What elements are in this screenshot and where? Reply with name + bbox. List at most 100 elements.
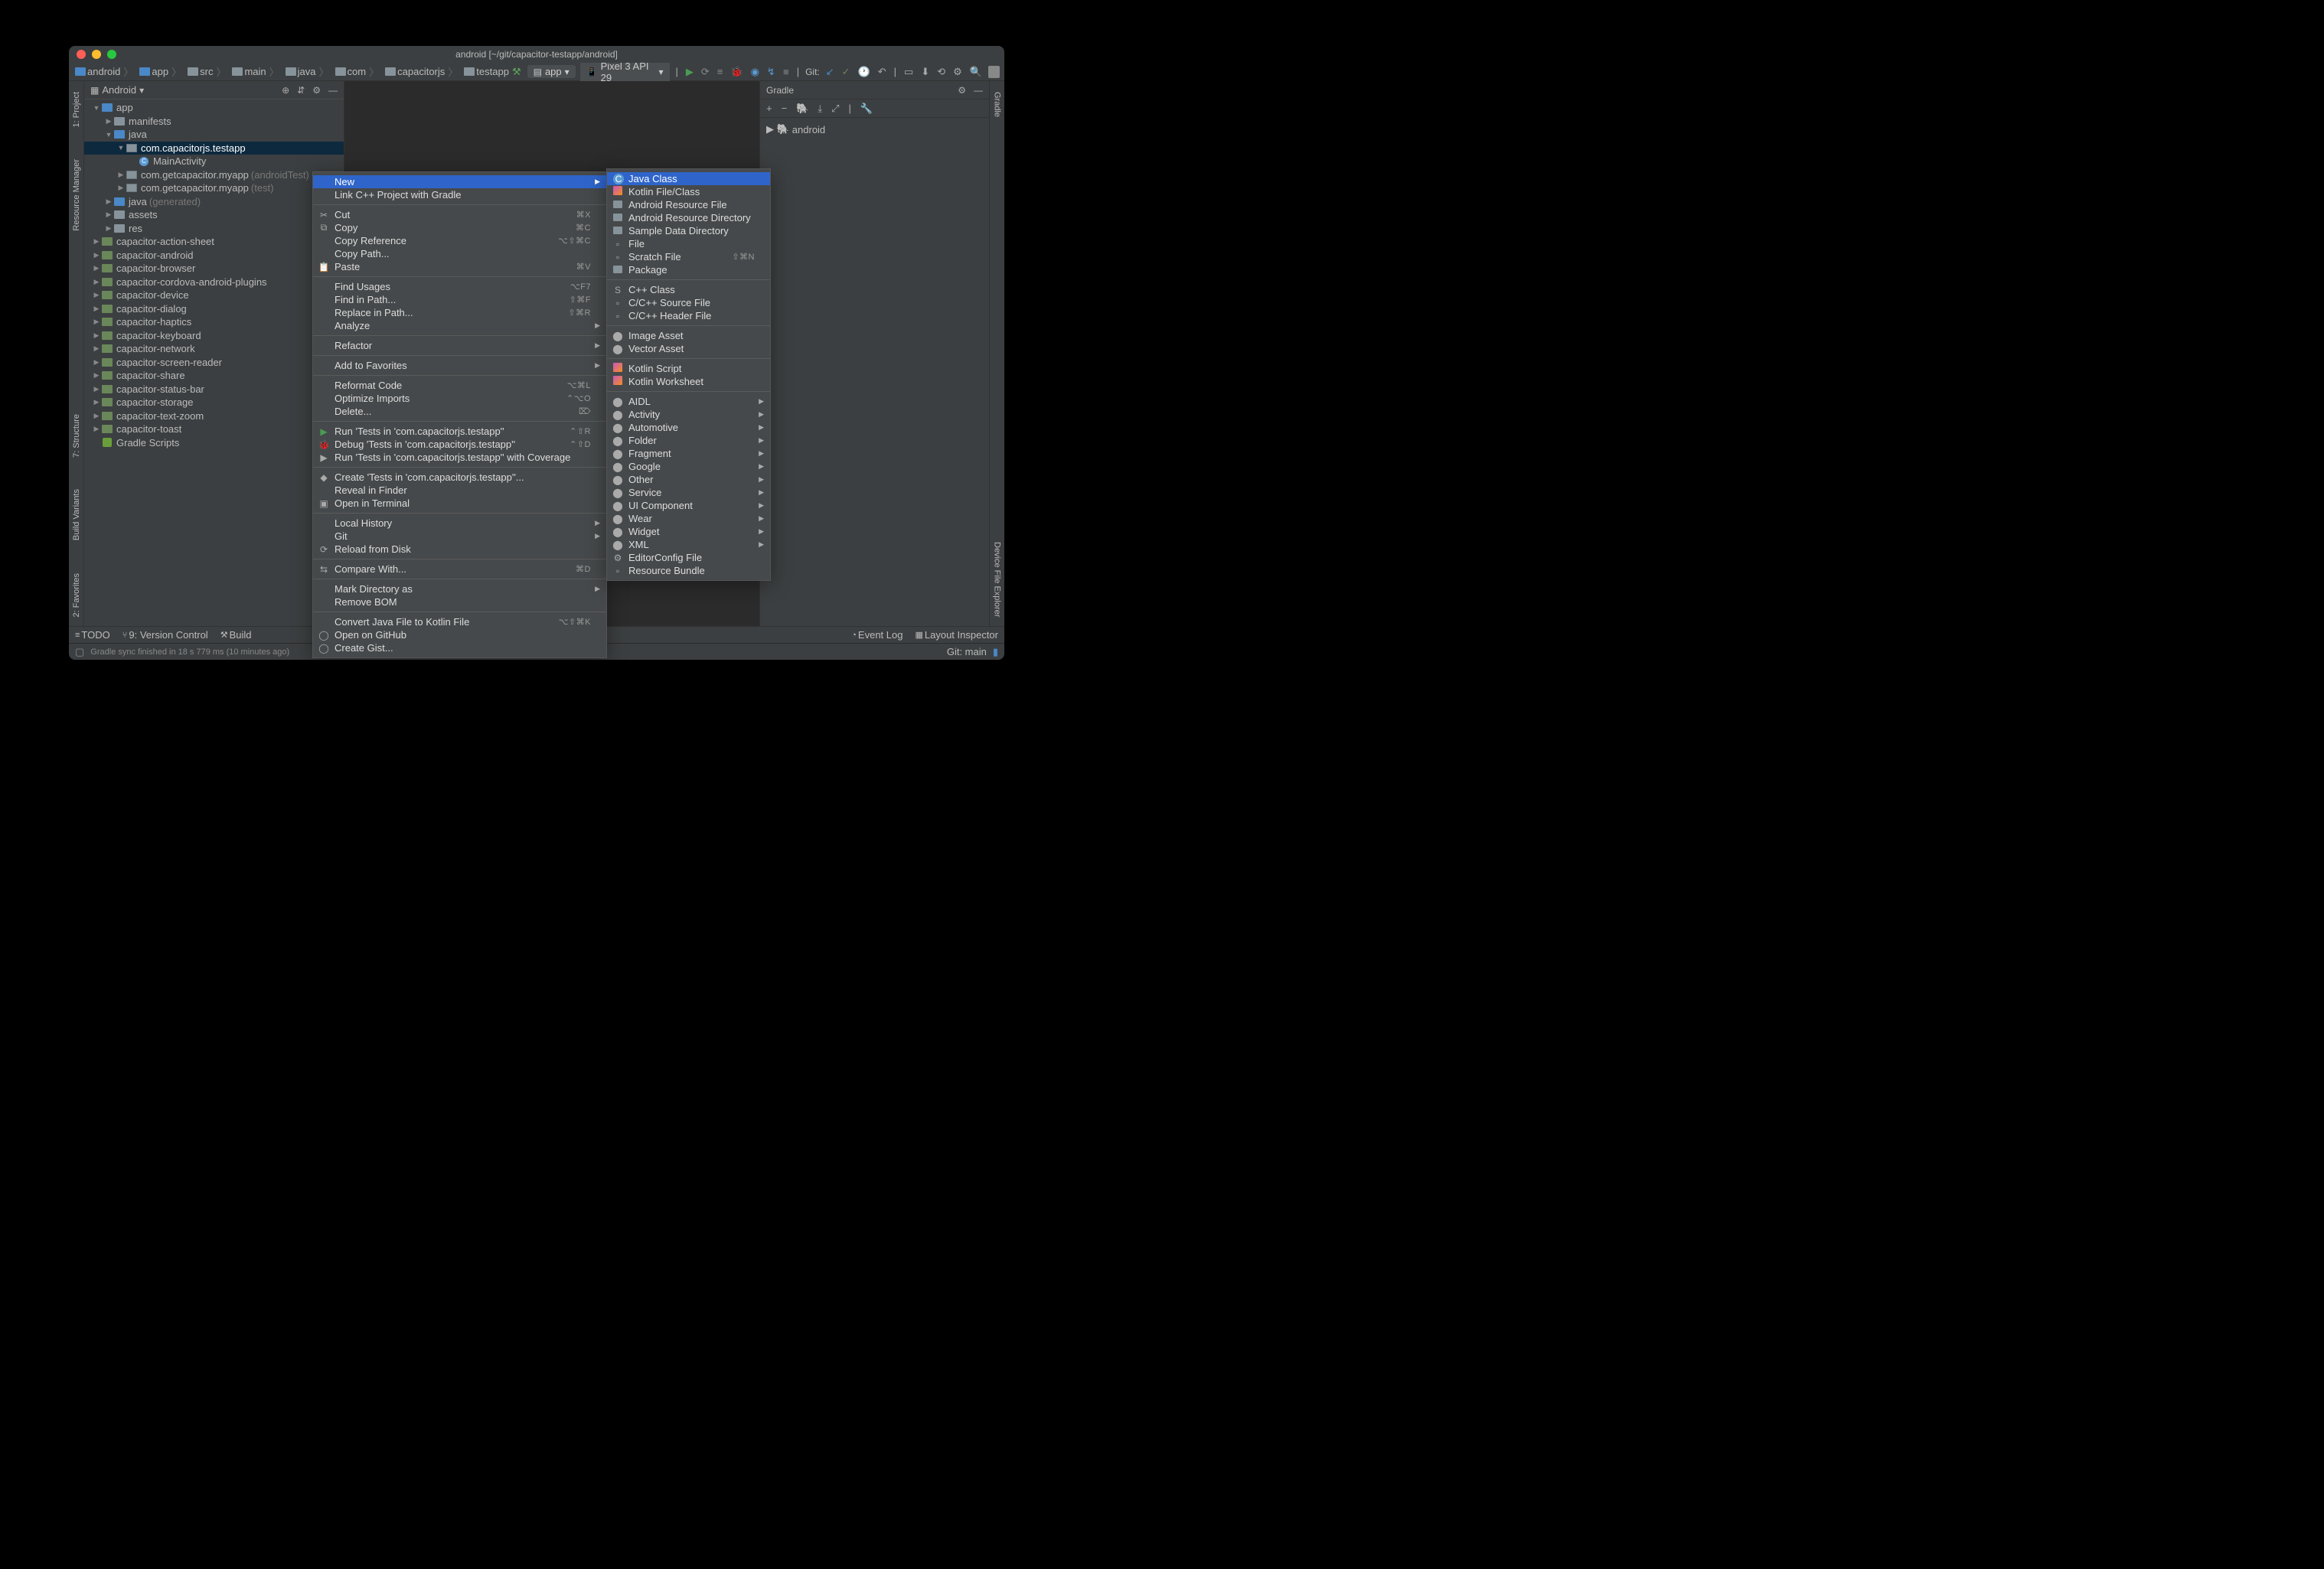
disclosure-icon[interactable] xyxy=(104,117,113,126)
bottom-todo[interactable]: ≡ TODO xyxy=(75,629,110,641)
git-revert-icon[interactable]: ↶ xyxy=(876,64,888,80)
tree-node[interactable]: capacitor-text-zoom xyxy=(84,409,344,423)
disclosure-icon[interactable] xyxy=(104,131,113,139)
link-icon[interactable]: 🐘 xyxy=(796,103,808,115)
menu-item[interactable]: ⬤Activity▶ xyxy=(607,408,770,421)
tree-node[interactable]: java xyxy=(84,128,344,142)
sync-icon[interactable]: ⟲ xyxy=(935,64,947,80)
profile-icon[interactable]: ◉ xyxy=(749,64,761,80)
menu-item[interactable]: ▫C/C++ Source File xyxy=(607,296,770,309)
menu-item[interactable]: ⬤UI Component▶ xyxy=(607,499,770,512)
menu-item[interactable]: Link C++ Project with Gradle xyxy=(313,188,606,201)
hide-icon[interactable]: — xyxy=(974,85,983,96)
breadcrumb-item[interactable]: testapp xyxy=(462,66,511,77)
disclosure-icon[interactable] xyxy=(92,251,101,259)
tree-node[interactable]: capacitor-action-sheet xyxy=(84,235,344,249)
menu-item[interactable]: ⬤Widget▶ xyxy=(607,525,770,538)
menu-item[interactable]: Package xyxy=(607,263,770,276)
disclosure-icon[interactable] xyxy=(116,171,126,179)
menu-item[interactable]: Optimize Imports⌃⌥O xyxy=(313,392,606,405)
run-config-app[interactable]: ▤ app ▾ xyxy=(527,65,576,78)
disclosure-icon[interactable] xyxy=(92,385,101,393)
debug-icon[interactable]: 🐞 xyxy=(729,64,744,80)
menu-item[interactable]: ⬤AIDL▶ xyxy=(607,395,770,408)
tree-node[interactable]: capacitor-share xyxy=(84,369,344,383)
disclosure-icon[interactable] xyxy=(92,237,101,246)
disclosure-icon[interactable] xyxy=(92,104,101,112)
breadcrumb-item[interactable]: java〉 xyxy=(284,64,332,79)
menu-item[interactable]: ⬤Google▶ xyxy=(607,460,770,473)
sdk-icon[interactable]: ⬇ xyxy=(919,64,931,80)
avatar[interactable] xyxy=(988,66,1000,78)
bottom-vc[interactable]: ⑂ 9: Version Control xyxy=(122,629,208,641)
tree-node[interactable]: CMainActivity xyxy=(84,155,344,168)
menu-item[interactable]: ▶Run 'Tests in 'com.capacitorjs.testapp'… xyxy=(313,451,606,464)
tree-node[interactable]: capacitor-browser xyxy=(84,262,344,276)
disclosure-icon[interactable] xyxy=(104,224,113,233)
menu-item[interactable]: ▫Scratch File⇧⌘N xyxy=(607,250,770,263)
menu-item[interactable]: ⬤Vector Asset xyxy=(607,342,770,355)
menu-item[interactable]: ⬤XML▶ xyxy=(607,538,770,551)
menu-item[interactable]: Convert Java File to Kotlin File⌥⇧⌘K xyxy=(313,615,606,628)
bottom-layout[interactable]: ▦ Layout Inspector xyxy=(915,629,998,641)
project-view-selector[interactable]: ▦ Android ▾ xyxy=(90,84,144,96)
rail-project[interactable]: 1: Project xyxy=(72,87,81,132)
disclosure-icon[interactable] xyxy=(92,318,101,326)
menu-item[interactable]: Find Usages⌥F7 xyxy=(313,280,606,293)
tree-node[interactable]: capacitor-haptics xyxy=(84,315,344,329)
breadcrumb-item[interactable]: app〉 xyxy=(138,64,184,79)
menu-item[interactable]: ⬤Folder▶ xyxy=(607,434,770,447)
tree-node[interactable]: capacitor-screen-reader xyxy=(84,356,344,370)
menu-item[interactable]: ⬤Fragment▶ xyxy=(607,447,770,460)
tree-node[interactable]: com.getcapacitor.myapp (androidTest) xyxy=(84,168,344,182)
gear-icon[interactable]: ⚙ xyxy=(958,85,966,96)
menu-item[interactable]: ⇆Compare With...⌘D xyxy=(313,563,606,576)
menu-item[interactable]: Mark Directory as▶ xyxy=(313,582,606,595)
menu-item[interactable]: Android Resource File xyxy=(607,198,770,211)
tree-node[interactable]: capacitor-status-bar xyxy=(84,383,344,396)
breadcrumb-item[interactable]: src〉 xyxy=(186,64,229,79)
settings-icon[interactable]: ⚙ xyxy=(312,85,321,96)
tree-node[interactable]: res xyxy=(84,222,344,236)
disclosure-icon[interactable] xyxy=(92,358,101,367)
disclosure-icon[interactable] xyxy=(92,398,101,406)
disclosure-icon[interactable] xyxy=(92,344,101,353)
menu-item[interactable]: ▫C/C++ Header File xyxy=(607,309,770,322)
menu-item[interactable]: Add to Favorites▶ xyxy=(313,359,606,372)
menu-item[interactable]: ▶Run 'Tests in 'com.capacitorjs.testapp'… xyxy=(313,425,606,438)
breadcrumb-item[interactable]: capacitorjs〉 xyxy=(384,64,461,79)
menu-item[interactable]: ◆Create 'Tests in 'com.capacitorjs.testa… xyxy=(313,471,606,484)
tree-node[interactable]: capacitor-storage xyxy=(84,396,344,409)
bottom-build[interactable]: ⚒ Build xyxy=(220,629,252,641)
remove-icon[interactable]: − xyxy=(782,103,788,114)
tree-node[interactable]: Gradle Scripts xyxy=(84,436,344,450)
refresh-icon[interactable]: + xyxy=(766,103,772,114)
menu-item[interactable]: Refactor▶ xyxy=(313,339,606,352)
disclosure-icon[interactable] xyxy=(92,425,101,433)
menu-item[interactable]: Find in Path...⇧⌘F xyxy=(313,293,606,306)
breadcrumb-item[interactable]: android〉 xyxy=(73,64,136,79)
collapse-icon[interactable]: ⇵ xyxy=(297,85,305,96)
search-icon[interactable]: 🔍 xyxy=(968,64,984,80)
rail-structure[interactable]: 7: Structure xyxy=(72,409,81,462)
tree-node[interactable]: manifests xyxy=(84,115,344,129)
menu-item[interactable]: Kotlin Worksheet xyxy=(607,375,770,388)
menu-item[interactable]: ⟳Reload from Disk xyxy=(313,543,606,556)
menu-item[interactable]: ⬤Service▶ xyxy=(607,486,770,499)
menu-item[interactable]: ⚙EditorConfig File xyxy=(607,551,770,564)
tree-node[interactable]: capacitor-device xyxy=(84,289,344,302)
menu-item[interactable]: Local History▶ xyxy=(313,517,606,530)
git-branch[interactable]: Git: main xyxy=(947,646,987,657)
avd-icon[interactable]: ▭ xyxy=(903,64,915,80)
breadcrumb-item[interactable]: main〉 xyxy=(230,64,282,79)
disclosure-icon[interactable] xyxy=(92,331,101,340)
menu-item[interactable]: ✂Cut⌘X xyxy=(313,208,606,221)
menu-item[interactable]: Copy Path... xyxy=(313,247,606,260)
apply-changes-icon[interactable]: ⟳ xyxy=(700,64,711,80)
tree-node[interactable]: capacitor-network xyxy=(84,342,344,356)
menu-item[interactable]: Replace in Path...⇧⌘R xyxy=(313,306,606,319)
project-tree[interactable]: appmanifestsjavacom.capacitorjs.testappC… xyxy=(84,99,344,626)
gradle-tree[interactable]: ▶ 🐘 android xyxy=(760,118,989,141)
tree-node[interactable]: capacitor-dialog xyxy=(84,302,344,316)
rail-variants[interactable]: Build Variants xyxy=(72,484,81,545)
